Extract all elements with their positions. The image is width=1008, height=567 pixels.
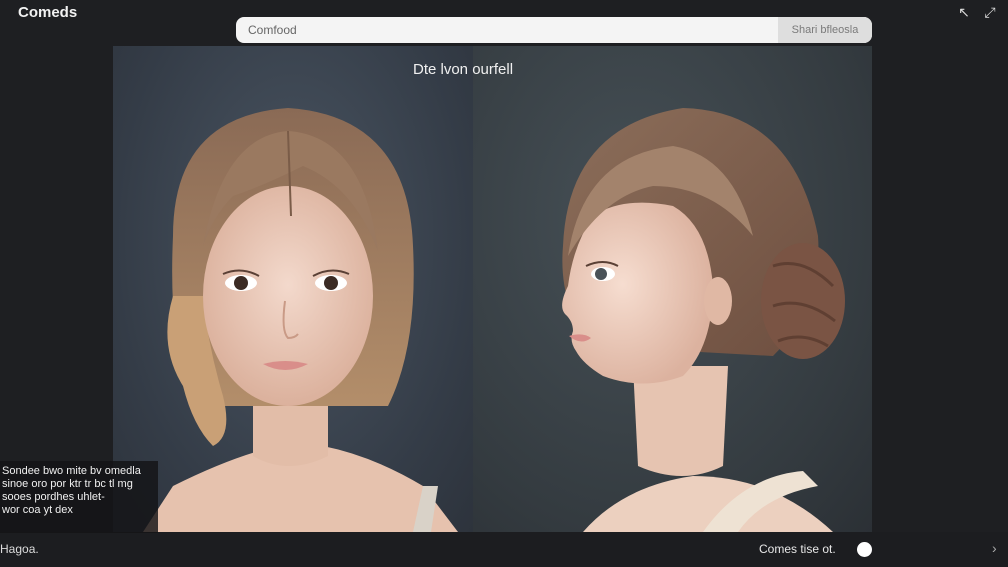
stage-caption: Dte lvon ourfell <box>413 61 514 78</box>
footer-bar: Hagoa. Comes tise ot. › <box>0 532 1008 567</box>
search-input[interactable] <box>236 17 778 43</box>
info-overlay: Sondee bwo mite bv omedla sinoe oro por … <box>0 461 158 533</box>
overlay-line: Sondee bwo mite bv omedla <box>2 465 141 477</box>
footer-label: Hagoa. <box>0 542 39 556</box>
app-title: Comeds <box>18 4 78 21</box>
portrait-profile-illustration <box>562 108 845 532</box>
undo-icon[interactable]: ↖ <box>954 3 974 21</box>
chevron-right-icon[interactable]: › <box>992 540 997 556</box>
image-stage: Dte lvon ourfell <box>113 46 872 532</box>
overlay-line: wor coa yt dex <box>2 504 73 516</box>
search-button[interactable]: Shari bfleosla <box>778 17 872 43</box>
portrait-profile-image[interactable] <box>473 46 872 532</box>
header-toolbar: ↖ ⤢ <box>954 3 1000 21</box>
overlay-line: sooes pordhes uhlet- <box>2 491 105 503</box>
overlay-line: sinoe oro por ktr tr bc tl mg <box>2 478 133 490</box>
expand-icon[interactable]: ⤢ <box>980 3 1000 21</box>
search-bar: Shari bfleosla <box>236 17 872 43</box>
portrait-front-image[interactable] <box>113 46 473 532</box>
status-toggle[interactable] <box>857 542 872 557</box>
portrait-front-illustration <box>143 108 458 532</box>
footer-status-label: Comes tise ot. <box>759 542 836 556</box>
